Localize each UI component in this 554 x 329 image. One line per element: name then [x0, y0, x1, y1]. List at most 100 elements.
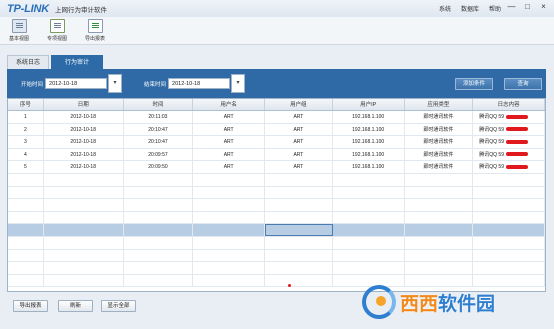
table-cell — [265, 211, 333, 224]
table-cell: 腾讯QQ 59 — [473, 111, 545, 123]
table-cell: 即时通讯软件 — [405, 148, 474, 161]
col-header-user-ip[interactable]: 用户IP — [333, 99, 405, 110]
table-cell — [44, 262, 124, 274]
table-cell — [473, 236, 545, 249]
window-controls: — □ × — [505, 2, 550, 13]
table-cell: ART — [265, 123, 333, 136]
col-header-app-type[interactable]: 应用类型 — [405, 99, 474, 110]
close-button[interactable]: × — [537, 2, 550, 13]
table-cell — [44, 249, 124, 262]
table-cell: ART — [265, 161, 333, 173]
table-cell — [44, 199, 124, 211]
table-cell — [193, 199, 266, 211]
table-cell: 即时通讯软件 — [405, 136, 474, 148]
col-header-date[interactable]: 日期 — [44, 99, 124, 110]
tab-behavior-audit[interactable]: 行为审计 — [51, 55, 104, 69]
col-header-usergroup[interactable]: 用户组 — [265, 99, 333, 110]
table-row[interactable] — [8, 262, 545, 275]
table-cell: 2012-10-18 — [44, 136, 124, 148]
show-all-button[interactable]: 显示全部 — [101, 300, 136, 312]
table-row[interactable]: 5 2012-10-18 20:09:50 ART ART 192.168.1.100 即时… — [8, 161, 545, 174]
table-cell — [124, 211, 194, 224]
table-cell: 20:10:47 — [124, 123, 194, 136]
redaction-mark — [505, 114, 528, 119]
table-row[interactable]: 1 2012-10-18 20:11:03 ART ART 192.168.1.100 即时… — [8, 111, 545, 124]
custom-view-button[interactable]: 专项视图 — [45, 17, 69, 44]
table-cell — [124, 236, 194, 249]
filter-bar: 开始时间 2012-10-18 ▾ 结束时间 2012-10-18 ▾ 添加条件… — [7, 69, 546, 98]
start-date-dropdown[interactable]: ▾ — [108, 74, 123, 93]
table-cell — [405, 211, 474, 224]
table-cell — [265, 274, 333, 287]
table-row[interactable] — [8, 173, 545, 187]
table-cell — [405, 173, 474, 186]
export-report-icon — [87, 19, 103, 33]
table-cell: 5 — [8, 161, 44, 173]
table-cell: 192.168.1.100 — [333, 123, 405, 136]
table-row[interactable] — [8, 224, 545, 237]
table-cell — [333, 236, 405, 249]
start-date-input[interactable]: 2012-10-18 — [45, 78, 108, 89]
table-cell: ART — [193, 161, 266, 173]
table-cell — [124, 186, 194, 199]
refresh-button[interactable]: 刷新 — [58, 300, 93, 312]
table-cell — [265, 249, 333, 262]
start-time-label: 开始时间 — [21, 81, 44, 88]
table-cell — [193, 186, 266, 199]
table-cell — [193, 224, 266, 236]
end-date-dropdown[interactable]: ▾ — [231, 74, 246, 93]
table-cell — [8, 186, 44, 199]
export-report-button[interactable]: 导出报表 — [13, 300, 48, 312]
query-button[interactable]: 查询 — [504, 78, 542, 90]
table-cell — [473, 224, 545, 236]
menu-bar: 系统 数据库 帮助 — [439, 4, 501, 13]
basic-view-button[interactable]: 基本视图 — [7, 17, 31, 44]
col-header-username[interactable]: 用户名 — [193, 99, 266, 110]
col-header-time[interactable]: 时间 — [124, 99, 194, 110]
table-row[interactable]: 3 2012-10-18 20:10:47 ART ART 192.168.1.100 即时… — [8, 136, 545, 149]
table-cell — [8, 262, 44, 274]
table-cell — [473, 249, 545, 262]
table-cell: 20:11:03 — [124, 111, 194, 123]
table-cell: ART — [193, 136, 266, 148]
app-title: 上网行为审计软件 — [54, 6, 107, 14]
maximize-button[interactable]: □ — [521, 2, 534, 13]
table-cell: 腾讯QQ 59 — [473, 136, 545, 148]
tab-system-log[interactable]: 系统日志 — [7, 55, 50, 69]
table-cell: 3 — [8, 136, 44, 148]
table-cell — [265, 186, 333, 199]
export-report-toolbar-button[interactable]: 导出报表 — [83, 17, 107, 44]
table-row[interactable] — [8, 186, 545, 200]
col-header-log-content[interactable]: 日志内容 — [473, 99, 545, 110]
menu-system[interactable]: 系统 — [439, 4, 451, 13]
watermark-text: 西西软件园 — [400, 289, 495, 316]
table-cell: 腾讯QQ 59 — [473, 123, 545, 136]
table-cell — [473, 262, 545, 274]
end-date-input[interactable]: 2012-10-18 — [168, 78, 231, 89]
menu-database[interactable]: 数据库 — [461, 4, 479, 13]
table-cell: 2012-10-18 — [44, 148, 124, 161]
table-cell: ART — [265, 111, 333, 123]
table-cell — [124, 249, 194, 262]
table-row[interactable]: 4 2012-10-18 20:09:57 ART ART 192.168.1.100 即时… — [8, 148, 545, 162]
table-cell — [333, 262, 405, 274]
table-row[interactable]: 2 2012-10-18 20:10:47 ART ART 192.168.1.100 即时… — [8, 123, 545, 137]
red-marker-dot — [288, 284, 291, 287]
table-row[interactable] — [8, 249, 545, 263]
col-header-index[interactable]: 序号 — [8, 99, 44, 110]
table-row[interactable] — [8, 211, 545, 225]
table-cell — [124, 262, 194, 274]
table-cell — [405, 224, 474, 236]
minimize-button[interactable]: — — [505, 2, 518, 13]
table-cell — [193, 211, 266, 224]
table-cell: 即时通讯软件 — [405, 161, 474, 173]
toolbar: 基本视图 专项视图 导出报表 — [0, 17, 554, 45]
table-cell — [8, 199, 44, 211]
end-time-label: 结束时间 — [144, 81, 167, 88]
table-row[interactable] — [8, 236, 545, 250]
add-condition-button[interactable]: 添加条件 — [455, 78, 493, 90]
table-cell — [265, 236, 333, 249]
table-cell: 即时通讯软件 — [405, 123, 474, 136]
table-row[interactable] — [8, 199, 545, 212]
menu-help[interactable]: 帮助 — [489, 4, 501, 13]
